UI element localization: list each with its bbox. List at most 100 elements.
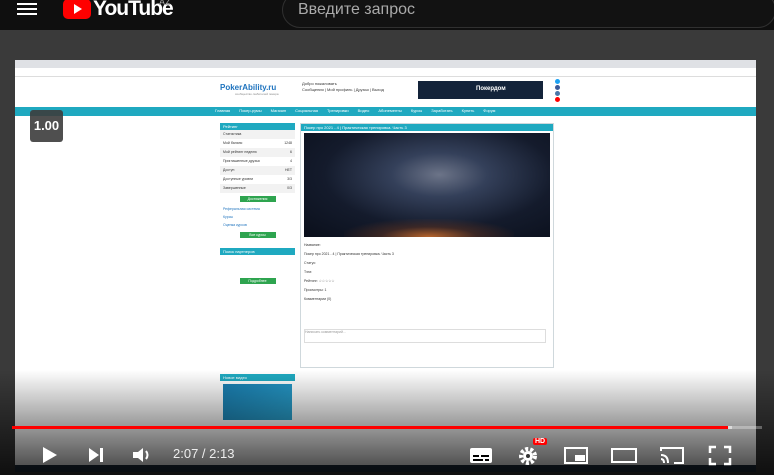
video-info-line: Название: — [304, 243, 321, 247]
theater-mode-button[interactable] — [610, 443, 638, 467]
sidebar-row-value: 3/3 — [287, 177, 292, 181]
site-nav: Главная Покер-румы Магазин Социальная Тренир… — [15, 107, 756, 116]
browser-tabs — [15, 60, 756, 68]
hd-badge: HD — [533, 438, 548, 445]
video-info-line: Покер про 2021 - 4 | Практическая тренир… — [304, 252, 394, 256]
player-controls: 2:07 / 2:13 HD — [0, 435, 774, 475]
sidebar-row: Доступ НЕТ — [220, 166, 295, 175]
sidebar-title: Рейтинг — [220, 123, 295, 130]
site-nav-item: Купить — [461, 108, 475, 113]
fullscreen-button[interactable] — [706, 443, 734, 467]
video-info-line: Тэги: — [304, 270, 313, 274]
play-button[interactable] — [36, 443, 64, 467]
site-main-content: Покер про 2021 - 4 | Практическая тренир… — [300, 123, 554, 368]
site-sidebar: Рейтинг Статистика Мой баланс 1248 Мой рейт… — [220, 123, 295, 287]
fullscreen-icon — [708, 445, 732, 466]
horizon-glow — [344, 219, 514, 237]
search-placeholder: Введите запрос — [298, 1, 415, 18]
site-welcome: Добро пожаловать Сообщения | Мой профиль… — [302, 81, 384, 93]
site-nav-item: Курсы — [410, 108, 423, 113]
time-current: 2:07 — [173, 446, 199, 461]
site-logo: PokerAbility.ru — [220, 83, 277, 92]
progress-bar[interactable] — [12, 426, 762, 429]
youtube-header: YouTube AZ Введите запрос — [0, 0, 774, 30]
sidebar-row: Доступные уровни 3/3 — [220, 175, 295, 184]
site-banner: Покердом — [418, 81, 543, 99]
youtube-logo[interactable]: YouTube AZ — [63, 0, 174, 21]
miniplayer-icon — [564, 447, 588, 464]
banner-text: Покердом — [476, 86, 506, 92]
social-icons — [555, 79, 560, 103]
time-display: 2:07 / 2:13 — [173, 446, 234, 461]
site-nav-items: Главная Покер-румы Магазин Социальная Тренир… — [215, 108, 504, 113]
main-title: Покер про 2021 - 4 | Практическая тренир… — [301, 124, 553, 131]
partners-body — [220, 255, 295, 275]
sidebar-row: Приглашенные друзья 4 — [220, 157, 295, 166]
sidebar-row-value: 6 — [290, 150, 292, 154]
video-player[interactable]: PokerAbility.ru сообщество любителей пок… — [0, 30, 774, 475]
site-nav-item: Видео — [357, 108, 370, 113]
progress-played — [12, 426, 728, 429]
youtube-small-icon — [555, 97, 560, 102]
video-info-line: Комментарии (0) — [304, 297, 332, 301]
comment-box: Написать комментарий... — [304, 329, 546, 343]
sidebar-row-label: Доступ — [223, 168, 235, 172]
youtube-play-logo-icon — [63, 0, 91, 19]
playback-speed-indicator: 1.00 — [30, 110, 63, 142]
site-logo-subtitle: сообщество любителей покера — [235, 92, 279, 96]
next-button[interactable] — [83, 443, 111, 467]
sidebar-links: Реферальная система Курсы Оценка курсов — [220, 205, 295, 229]
subtitles-icon — [470, 448, 492, 463]
welcome-line-2: Сообщения | Мой профиль | Друзья | Выход — [302, 87, 384, 92]
video-info-line: Статус: — [304, 261, 317, 265]
settings-button[interactable] — [514, 443, 542, 467]
vk-icon — [555, 91, 560, 96]
sidebar-link: Оценка курсов — [223, 223, 247, 227]
search-input[interactable]: Введите запрос — [282, 0, 774, 28]
miniplayer-button[interactable] — [562, 443, 590, 467]
sidebar-rows: Статистика Мой баланс 1248 Мой рейтинг неде… — [220, 130, 295, 193]
site-nav-item: Заработать — [431, 108, 453, 113]
sidebar-row: Статистика — [220, 130, 295, 139]
sidebar-row-label: Мой рейтинг неделю — [223, 150, 257, 154]
sidebar-row-value: 0/3 — [287, 186, 292, 190]
video-info: Название: Покер про 2021 - 4 | Практическ… — [304, 241, 394, 304]
sidebar-row-label: Мой баланс — [223, 141, 243, 145]
subtitles-button[interactable] — [467, 443, 495, 467]
embedded-video — [304, 133, 550, 237]
sidebar-row: Завершенные 0/3 — [220, 184, 295, 193]
site-nav-item: Абонементы — [378, 108, 402, 113]
sidebar-row: Мой рейтинг неделю 6 — [220, 148, 295, 157]
partners-button: Подробнее — [239, 278, 276, 284]
cast-icon — [660, 447, 684, 464]
sidebar-row: Мой баланс 1248 — [220, 139, 295, 148]
sidebar-row-label: Завершенные — [223, 186, 246, 190]
gear-icon — [519, 447, 537, 465]
sidebar-link: Курсы — [223, 215, 233, 219]
sidebar-button-2: Все курсы — [239, 232, 276, 238]
menu-icon[interactable] — [17, 0, 37, 16]
sidebar-row-value: 1248 — [284, 141, 292, 145]
volume-icon — [133, 448, 149, 462]
sidebar-button: Достижения — [239, 196, 276, 202]
sidebar-row-label: Статистика — [223, 132, 242, 136]
site-nav-item: Форум — [483, 108, 496, 113]
site-nav-item: Главная — [215, 108, 231, 113]
video-info-line: Рейтинг: ☆☆☆☆☆ — [304, 279, 335, 283]
time-total: 2:13 — [209, 446, 235, 461]
next-icon — [89, 448, 103, 462]
sidebar-row-label: Приглашенные друзья — [223, 159, 260, 163]
browser-address-bar — [15, 68, 756, 77]
comment-placeholder: Написать комментарий... — [305, 330, 346, 334]
volume-button[interactable] — [128, 443, 156, 467]
facebook-icon — [555, 85, 560, 90]
cast-button[interactable] — [658, 443, 686, 467]
theater-icon — [611, 448, 637, 463]
twitter-icon — [555, 79, 560, 84]
play-icon — [43, 447, 57, 463]
partners-title: Поиск партнеров — [220, 248, 295, 255]
video-info-line: Просмотры: 1 — [304, 288, 327, 292]
site-nav-item: Тренировки — [327, 108, 349, 113]
sidebar-row-label: Доступные уровни — [223, 177, 254, 181]
sidebar-row-value: НЕТ — [285, 168, 292, 172]
